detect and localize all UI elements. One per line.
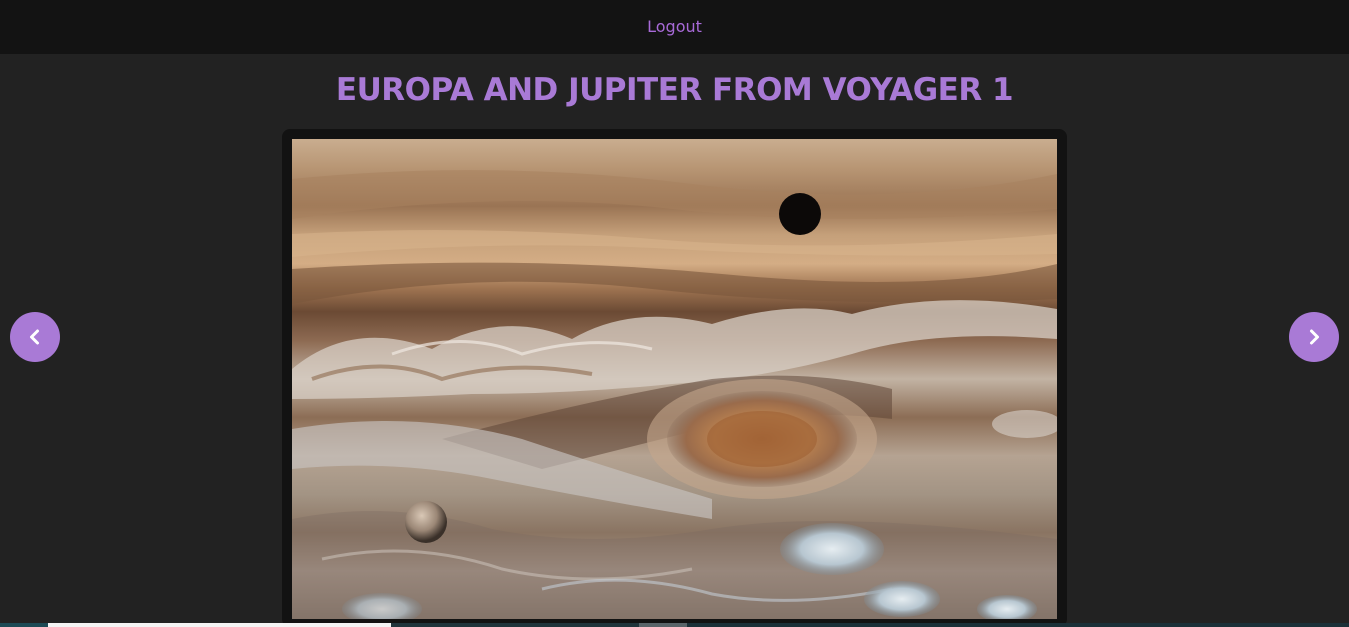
- previous-image-button[interactable]: [10, 312, 60, 362]
- strip-segment: [391, 623, 639, 627]
- chevron-right-icon: [1310, 329, 1319, 345]
- image-frame: [282, 129, 1067, 627]
- page-title: EUROPA AND JUPITER FROM VOYAGER 1: [335, 72, 1014, 108]
- gallery-image: [292, 139, 1057, 619]
- logout-link[interactable]: Logout: [647, 17, 702, 36]
- strip-segment: [48, 623, 391, 627]
- bottom-status-strip: [0, 623, 1349, 627]
- top-nav-bar: Logout: [0, 0, 1349, 54]
- next-image-button[interactable]: [1289, 312, 1339, 362]
- chevron-left-icon: [30, 329, 39, 345]
- strip-segment: [639, 623, 687, 627]
- strip-segment: [687, 623, 1349, 627]
